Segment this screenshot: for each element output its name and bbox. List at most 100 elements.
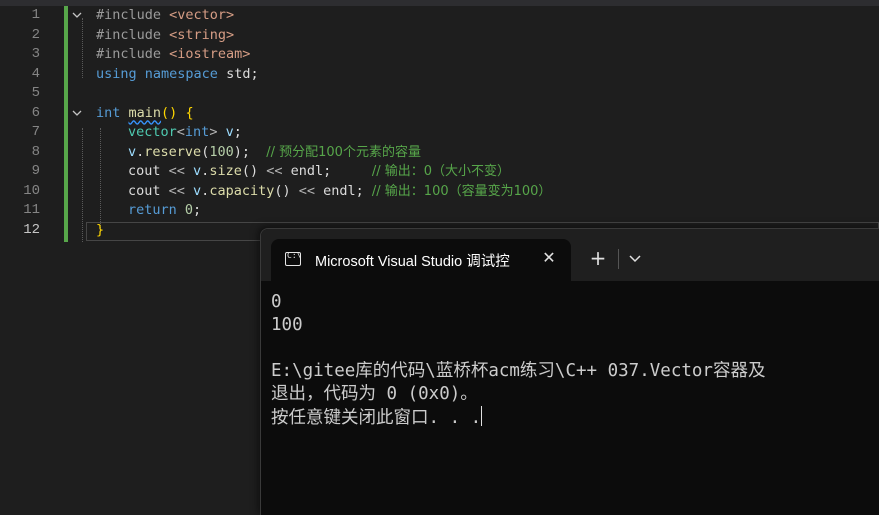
code-text: v.reserve(100); // 预分配100个元素的容量 — [128, 143, 421, 163]
code-text: #include <vector> — [96, 6, 234, 26]
code-token: // 预分配100个元素的容量 — [266, 144, 421, 160]
terminal-output-text: 0 — [271, 292, 282, 312]
code-token: endl; — [323, 182, 372, 199]
code-text: using namespace std; — [96, 65, 259, 85]
code-token: } — [96, 221, 105, 238]
code-token: // 输出：0（大小不变） — [371, 164, 511, 179]
terminal-output-text: 退出，代码为 0 (0x0)。 — [271, 384, 478, 404]
terminal-titlebar: C:\ Microsoft Visual Studio 调试控 ✕ + — [261, 229, 879, 281]
terminal-icon: C:\ — [285, 251, 301, 266]
code-token: << — [168, 182, 194, 199]
code-line[interactable]: 2 #include <string> — [0, 26, 879, 46]
code-token: <iostream> — [169, 46, 251, 62]
code-token: #include — [96, 46, 170, 62]
code-text: cout << v.capacity() << endl; // 输出：100（… — [128, 182, 551, 202]
code-token: > — [209, 124, 226, 140]
line-number: 11 — [23, 202, 40, 218]
code-token: v — [128, 143, 137, 160]
code-text: #include <iostream> — [96, 45, 250, 65]
debug-console-window[interactable]: C:\ Microsoft Visual Studio 调试控 ✕ + 0 100… — [260, 228, 879, 515]
code-token: ; — [193, 202, 202, 218]
code-token: <string> — [169, 26, 235, 43]
code-line[interactable]: 1 #include <vector> — [0, 6, 879, 26]
line-number: 8 — [31, 143, 40, 160]
code-token: { — [185, 104, 194, 121]
code-token: cout — [128, 163, 169, 179]
code-token: // 输出：100（容量变为100） — [371, 183, 552, 199]
code-token: << — [266, 163, 291, 179]
code-token: reserve — [144, 143, 202, 160]
code-text: vector<int> v; — [128, 123, 242, 143]
code-token: main — [128, 104, 162, 121]
code-token: << — [168, 163, 194, 179]
code-token: capacity — [209, 182, 275, 199]
code-token: << — [298, 182, 324, 199]
terminal-output-text: 100 — [271, 315, 303, 335]
code-token: return — [128, 202, 185, 218]
code-token: () — [274, 182, 299, 199]
code-token: #include — [96, 26, 170, 43]
code-text: #include <string> — [96, 26, 234, 46]
code-token: 0 — [184, 202, 194, 218]
code-line[interactable]: 3 #include <iostream> — [0, 45, 879, 65]
line-number: 6 — [31, 104, 40, 121]
code-token: endl; — [290, 163, 372, 179]
fold-chevron-icon[interactable] — [72, 108, 82, 117]
terminal-tab[interactable]: C:\ Microsoft Visual Studio 调试控 ✕ — [271, 239, 571, 281]
code-token: () — [241, 163, 267, 179]
line-number: 1 — [31, 7, 40, 23]
code-token: #include — [96, 7, 170, 23]
code-line[interactable]: 5 — [0, 84, 879, 104]
code-line[interactable]: 6 int main() { — [0, 104, 879, 124]
code-token: <vector> — [169, 7, 235, 23]
code-token: using — [96, 65, 145, 82]
code-text: cout << v.size() << endl; // 输出：0（大小不变） — [128, 162, 510, 182]
code-token: 100 — [209, 143, 234, 160]
line-number: 3 — [31, 46, 40, 62]
new-tab-button[interactable]: + — [587, 248, 609, 270]
titlebar-divider — [618, 249, 619, 269]
code-text: return 0; — [128, 201, 201, 221]
code-token: v — [225, 124, 234, 140]
code-token: ; — [233, 124, 242, 140]
line-number: 4 — [31, 65, 40, 82]
code-token: vector — [128, 124, 177, 140]
chevron-down-icon[interactable] — [625, 249, 645, 269]
code-token: cout — [128, 182, 169, 199]
screen: 1 #include <vector> 2 #include <string> 3 #in… — [0, 0, 879, 515]
terminal-output-text: 按任意键关闭此窗口. . . — [271, 408, 482, 428]
code-token: () — [161, 104, 178, 121]
code-token: int — [96, 104, 129, 121]
close-icon[interactable]: ✕ — [539, 248, 559, 268]
terminal-output-line: 0 — [271, 291, 879, 314]
code-text: int main() { — [96, 104, 194, 124]
code-token: < — [176, 124, 185, 140]
line-number: 10 — [23, 182, 40, 199]
line-number: 5 — [31, 85, 40, 101]
terminal-output-line: 退出，代码为 0 (0x0)。 — [271, 383, 879, 406]
line-number: 9 — [31, 163, 40, 179]
text-cursor — [481, 406, 483, 426]
terminal-output[interactable]: 0 100 E:\gitee库的代码\蓝桥杯acm练习\C++ 037.Vector… — [271, 291, 879, 429]
fold-chevron-icon[interactable] — [72, 10, 82, 19]
code-token: int — [184, 124, 210, 140]
terminal-output-line: 按任意键关闭此窗口. . . — [271, 406, 879, 429]
line-number: 7 — [31, 124, 40, 140]
terminal-output-line: 100 — [271, 314, 879, 337]
terminal-output-line: E:\gitee库的代码\蓝桥杯acm练习\C++ 037.Vector容器及 — [271, 360, 879, 383]
code-token: namespace — [144, 65, 227, 82]
line-number: 2 — [31, 26, 40, 43]
code-line[interactable]: 8 v.reserve(100); // 预分配100个元素的容量 — [0, 143, 879, 163]
code-line[interactable]: 4 using namespace std; — [0, 65, 879, 85]
code-line[interactable]: 9 cout << v.size() << endl; // 输出：0（大小不变） — [0, 162, 879, 182]
line-number: 12 — [23, 221, 40, 238]
code-line[interactable]: 10 cout << v.capacity() << endl; // 输出：10… — [0, 182, 879, 202]
code-text: } — [96, 221, 104, 241]
code-token: size — [209, 163, 242, 179]
code-line[interactable]: 11 return 0; — [0, 201, 879, 221]
code-token: std; — [226, 65, 259, 82]
terminal-tab-title: Microsoft Visual Studio 调试控 — [315, 254, 510, 270]
terminal-output-text: E:\gitee库的代码\蓝桥杯acm练习\C++ 037.Vector容器及 — [271, 361, 766, 381]
code-line[interactable]: 7 vector<int> v; — [0, 123, 879, 143]
